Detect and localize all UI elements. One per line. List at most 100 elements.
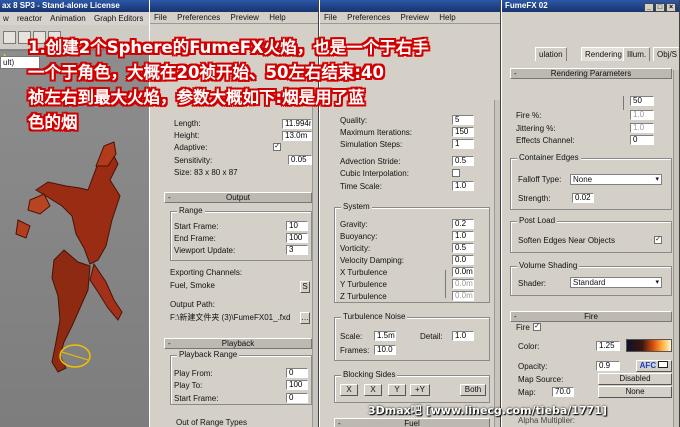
x-turbulence-field[interactable]: 0.0m bbox=[452, 267, 474, 277]
buoyancy-field[interactable]: 1.0 bbox=[452, 231, 474, 241]
close-icon[interactable]: × bbox=[666, 3, 676, 12]
fire-enable-label: Fire bbox=[516, 323, 530, 332]
time-scale-field[interactable]: 1.0 bbox=[452, 181, 474, 191]
max-menubar: w reactor Animation Graph Editors bbox=[0, 12, 160, 25]
dialog2-menubar: File Preferences Preview Help bbox=[320, 12, 500, 24]
minimize-icon[interactable]: _ bbox=[644, 3, 654, 12]
block-y-button[interactable]: Y bbox=[388, 384, 406, 396]
menu-w[interactable]: w bbox=[0, 14, 12, 23]
menu-reactor[interactable]: reactor bbox=[14, 14, 45, 23]
step-field[interactable]: 50 bbox=[630, 96, 654, 106]
advection-stride-field[interactable]: 0.5 bbox=[452, 156, 474, 166]
menu-help[interactable]: Help bbox=[435, 13, 459, 22]
dialog2-scrollbar[interactable] bbox=[494, 100, 500, 427]
effects-channel-label: Effects Channel: bbox=[516, 136, 575, 145]
dialog1-scrollbar[interactable] bbox=[312, 100, 318, 427]
viewport-update-field[interactable]: 3 bbox=[286, 245, 308, 255]
sim-steps-label: Simulation Steps: bbox=[340, 140, 403, 149]
menu-preview[interactable]: Preview bbox=[227, 13, 263, 22]
dialog2-titlebar bbox=[320, 0, 500, 12]
opacity-field[interactable]: 0.9 bbox=[596, 361, 620, 371]
block-y-pos-button[interactable]: +Y bbox=[410, 384, 430, 396]
system-group-title: System bbox=[341, 202, 372, 212]
dialog1-titlebar bbox=[150, 0, 318, 12]
adaptive-checkbox[interactable]: ✓ bbox=[273, 143, 281, 151]
tab-objs[interactable]: Obj/S bbox=[653, 47, 679, 61]
menu-preview[interactable]: Preview bbox=[397, 13, 433, 22]
menu-help[interactable]: Help bbox=[265, 13, 289, 22]
color-label: Color: bbox=[518, 342, 540, 351]
gravity-field[interactable]: 0.2 bbox=[452, 219, 474, 229]
exporting-channels-button[interactable]: S bbox=[300, 281, 310, 293]
vorticity-field[interactable]: 0.5 bbox=[452, 243, 474, 253]
z-turbulence-field[interactable]: 0.0m bbox=[452, 291, 474, 301]
playback-rollout[interactable]: - Playback bbox=[164, 338, 312, 349]
play-to-label: Play To: bbox=[174, 381, 203, 390]
map-source-label: Map Source: bbox=[518, 375, 564, 384]
map-none-button[interactable]: None bbox=[598, 386, 672, 398]
tutorial-caption: 1.创建2个Sphere的FumeFX火焰，也是一个于右手 一个于角色，大概在2… bbox=[28, 35, 628, 135]
play-from-field[interactable]: 0 bbox=[286, 368, 308, 378]
menu-animation[interactable]: Animation bbox=[47, 14, 89, 23]
menu-graph-editors[interactable]: Graph Editors bbox=[91, 14, 146, 23]
maximize-icon[interactable]: □ bbox=[655, 3, 665, 12]
velocity-damping-field[interactable]: 0.0 bbox=[452, 255, 474, 265]
falloff-type-label: Falloff Type: bbox=[518, 175, 562, 184]
velocity-damping-label: Velocity Damping: bbox=[340, 256, 405, 265]
afc-curve-icon bbox=[658, 361, 669, 368]
start-frame-field[interactable]: 10 bbox=[286, 221, 308, 231]
cubic-interp-checkbox[interactable] bbox=[452, 169, 460, 177]
cubic-interp-label: Cubic Interpolation: bbox=[340, 169, 409, 178]
frames-label: Frames: bbox=[340, 346, 370, 355]
watermark: 3Dmax吧 [www.linecg.com/tieba/1771] bbox=[368, 404, 607, 417]
map-label: Map: bbox=[518, 388, 536, 397]
size-label: Size: bbox=[174, 168, 192, 177]
undo-icon[interactable] bbox=[3, 31, 16, 44]
soften-edges-label: Soften Edges Near Objects bbox=[518, 236, 615, 245]
frames-field[interactable]: 10.0 bbox=[374, 345, 396, 355]
output-rollout[interactable]: - Output bbox=[164, 192, 312, 203]
jittering-field[interactable]: 1.0 bbox=[630, 123, 654, 133]
block-both-button[interactable]: Both bbox=[460, 384, 486, 396]
color-multiplier-field[interactable]: 1.25 bbox=[596, 341, 620, 351]
fire-pct-field[interactable]: 1.0 bbox=[630, 110, 654, 120]
play-to-field[interactable]: 100 bbox=[286, 380, 308, 390]
afc-button[interactable]: AFC bbox=[636, 360, 672, 372]
advection-stride-label: Advection Stride: bbox=[340, 157, 401, 166]
block-x-button[interactable]: X bbox=[340, 384, 358, 396]
sensitivity-field[interactable]: 0.05 bbox=[288, 155, 312, 165]
volume-shading-title: Volume Shading bbox=[517, 261, 580, 271]
soften-edges-checkbox[interactable]: ✓ bbox=[654, 236, 662, 244]
sim-steps-field[interactable]: 1 bbox=[452, 139, 474, 149]
menu-preferences[interactable]: Preferences bbox=[173, 13, 224, 22]
fire-rollout[interactable]: - Fire bbox=[510, 311, 672, 322]
fire-color-gradient[interactable] bbox=[626, 339, 672, 352]
window-controls: _ □ × bbox=[643, 1, 676, 13]
turbulence-lock-bracket bbox=[445, 270, 446, 298]
menu-file[interactable]: File bbox=[320, 13, 341, 22]
menu-preferences[interactable]: Preferences bbox=[343, 13, 394, 22]
detail-field[interactable]: 1.0 bbox=[452, 331, 474, 341]
scale-field[interactable]: 1.5m bbox=[374, 331, 396, 341]
range-group-title: Range bbox=[177, 206, 205, 216]
blocking-sides-title: Blocking Sides bbox=[341, 370, 398, 380]
play-from-label: Play From: bbox=[174, 369, 213, 378]
dialog3-scrollbar[interactable] bbox=[673, 70, 679, 427]
effects-channel-field[interactable]: 0 bbox=[630, 135, 654, 145]
caption-line-1: 1.创建2个Sphere的FumeFX火焰，也是一个于右手 bbox=[28, 38, 429, 57]
fire-enable-checkbox[interactable]: ✓ bbox=[533, 323, 541, 331]
end-frame-field[interactable]: 100 bbox=[286, 233, 308, 243]
time-scale-label: Time Scale: bbox=[340, 182, 382, 191]
falloff-type-dropdown[interactable]: None bbox=[570, 174, 662, 185]
shader-dropdown[interactable]: Standard bbox=[570, 277, 662, 288]
output-path-button[interactable]: … bbox=[300, 312, 310, 324]
map-amount-field[interactable]: 70.0 bbox=[552, 387, 574, 397]
menu-file[interactable]: File bbox=[150, 13, 171, 22]
size-value: 83 x 80 x 87 bbox=[194, 168, 238, 177]
fuel-rollout[interactable]: - Fuel bbox=[334, 418, 490, 427]
map-source-button[interactable]: Disabled bbox=[598, 373, 672, 385]
y-turbulence-field[interactable]: 0.0m bbox=[452, 279, 474, 289]
block-x-pos-button[interactable]: X bbox=[364, 384, 382, 396]
strength-field[interactable]: 0.02 bbox=[572, 193, 594, 203]
pb-start-frame-field[interactable]: 0 bbox=[286, 393, 308, 403]
